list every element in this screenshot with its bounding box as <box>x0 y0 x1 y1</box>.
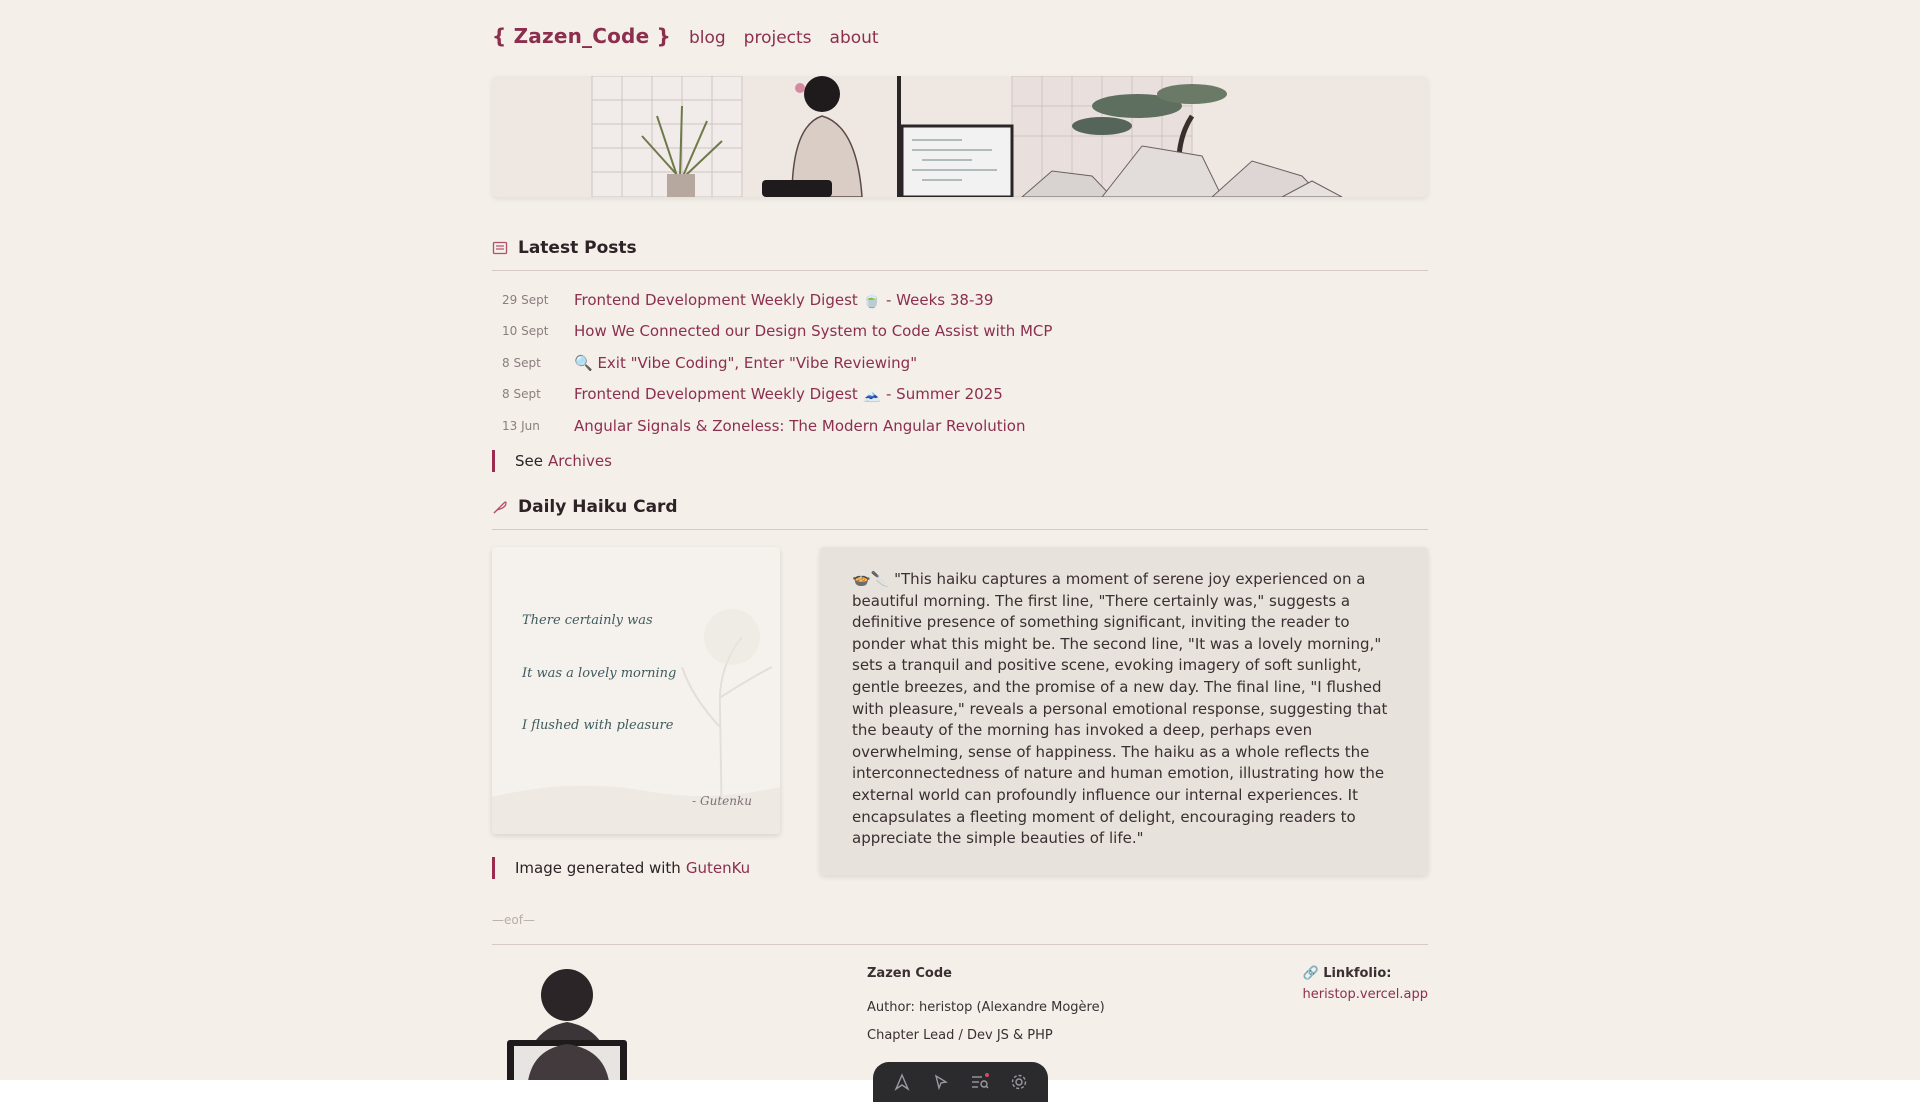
archives-link[interactable]: Archives <box>548 452 612 470</box>
dev-toolbar <box>873 1062 1048 1102</box>
see-prefix: See <box>515 452 543 470</box>
nav-projects[interactable]: projects <box>744 28 812 48</box>
haiku-line-3: I flushed with pleasure <box>522 718 674 733</box>
nav-about[interactable]: about <box>830 28 879 48</box>
site-header: { Zazen_Code } blog projects about <box>492 24 879 54</box>
newspaper-icon <box>492 240 508 256</box>
post-date: 8 Sept <box>502 355 541 370</box>
footer-site-name: Zazen Code <box>867 966 952 981</box>
eof-marker: —eof— <box>492 913 535 927</box>
site-logo[interactable]: { Zazen_Code } <box>492 24 671 48</box>
linkfolio: 🔗 Linkfolio: heristop.vercel.app <box>1302 966 1428 1002</box>
credit-prefix: Image generated with <box>515 859 681 877</box>
post-link[interactable]: 🔍 Exit "Vibe Coding", Enter "Vibe Review… <box>574 354 917 372</box>
haiku-line-2: It was a lovely morning <box>522 666 677 681</box>
feather-icon <box>492 499 508 515</box>
footer-divider <box>492 944 1428 945</box>
haiku-explanation: 🍲🔪 "This haiku captures a moment of sere… <box>820 547 1428 875</box>
archives-callout: See Archives <box>492 450 612 472</box>
list-item: 29 Sept Frontend Development Weekly Dige… <box>502 284 1402 316</box>
haiku-card-background <box>492 547 780 834</box>
explanation-text: 🍲🔪 "This haiku captures a moment of sere… <box>852 570 1388 848</box>
post-link[interactable]: Frontend Development Weekly Digest 🍵 - W… <box>574 291 993 309</box>
audit-icon[interactable] <box>968 1070 992 1094</box>
post-date: 29 Sept <box>502 292 549 307</box>
post-date: 8 Sept <box>502 387 541 402</box>
post-date: 13 Jun <box>502 418 540 433</box>
footer-author: Author: heristop (Alexandre Mogère) <box>867 1000 1105 1015</box>
footer-role: Chapter Lead / Dev JS & PHP <box>867 1028 1053 1043</box>
inspect-cursor-icon[interactable] <box>929 1070 953 1094</box>
post-link[interactable]: Angular Signals & Zoneless: The Modern A… <box>574 417 1026 435</box>
footer-info: Zazen Code Author: heristop (Alexandre M… <box>867 966 1105 1056</box>
haiku-card-image[interactable]: There certainly was It was a lovely morn… <box>492 547 780 834</box>
astro-icon[interactable] <box>890 1070 914 1094</box>
haiku-heading: Daily Haiku Card <box>492 497 1428 530</box>
post-link[interactable]: How We Connected our Design System to Co… <box>574 322 1052 340</box>
image-credit: Image generated with GutenKu <box>492 857 750 879</box>
settings-icon[interactable] <box>1007 1070 1031 1094</box>
post-link[interactable]: Frontend Development Weekly Digest 🗻 - S… <box>574 385 1003 403</box>
latest-posts-title: Latest Posts <box>518 238 637 258</box>
nav-blog[interactable]: blog <box>689 28 726 48</box>
post-date: 10 Sept <box>502 324 549 339</box>
list-item: 13 Jun Angular Signals & Zoneless: The M… <box>502 410 1402 442</box>
haiku-title: Daily Haiku Card <box>518 497 678 517</box>
list-item: 8 Sept 🔍 Exit "Vibe Coding", Enter "Vibe… <box>502 347 1402 379</box>
haiku-line-1: There certainly was <box>522 613 653 628</box>
linkfolio-label: 🔗 Linkfolio: <box>1302 966 1392 981</box>
list-item: 8 Sept Frontend Development Weekly Diges… <box>502 379 1402 411</box>
haiku-signature: - Gutenku <box>692 794 752 808</box>
gutenku-link[interactable]: GutenKu <box>686 859 750 877</box>
avatar <box>507 969 627 1094</box>
list-item: 10 Sept How We Connected our Design Syst… <box>502 316 1402 348</box>
linkfolio-link[interactable]: heristop.vercel.app <box>1302 987 1428 1002</box>
hero-illustration <box>492 76 1428 197</box>
hero-banner <box>492 76 1428 197</box>
post-list: 29 Sept Frontend Development Weekly Dige… <box>502 284 1402 442</box>
latest-posts-heading: Latest Posts <box>492 238 1428 271</box>
